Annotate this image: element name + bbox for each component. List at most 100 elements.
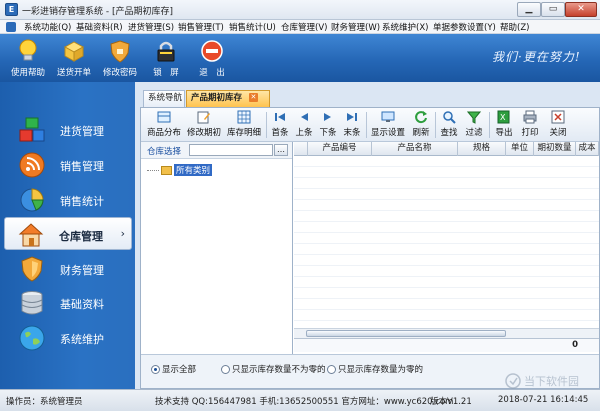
change-password-button[interactable]: 修改密码 (94, 36, 146, 80)
window-title: 一彩进销存管理系统 - [产品期初库存] (22, 7, 173, 17)
menu-document-settings[interactable]: 单据参数设置(Y) (433, 21, 496, 33)
grid-column-spec[interactable]: 规格 (458, 142, 506, 156)
menu-warehouse-management[interactable]: 仓库管理(V) (281, 21, 327, 33)
print-button[interactable]: 打印 (518, 110, 542, 140)
edit-opening-icon (197, 111, 210, 124)
stock-detail-icon (237, 110, 251, 124)
toolbar-button-label: 修改期初 (186, 128, 221, 138)
tree-node-label: 所有类别 (174, 164, 213, 176)
warehouse-house-icon (18, 223, 44, 247)
menu-system-maintenance[interactable]: 系统维护(X) (382, 21, 428, 33)
nav-item-label: 基础资料 (60, 298, 104, 311)
nav-item-warehouse[interactable]: 仓库管理 › (4, 217, 132, 250)
filter-zero-stock-radio[interactable]: 只显示库存数量为零的 (327, 363, 423, 375)
exit-button[interactable]: 退 出 (186, 36, 238, 80)
toolbar-button-label: 库存明细 (226, 128, 261, 138)
menu-basic-data[interactable]: 基础资料(R) (76, 21, 123, 33)
product-distribution-icon (157, 111, 171, 123)
scrollbar-thumb[interactable] (306, 330, 506, 337)
nav-item-sales[interactable]: 销售管理 (6, 148, 130, 181)
help-button[interactable]: 使用帮助 (2, 36, 54, 80)
toolbar-separator (435, 112, 436, 138)
grid-body[interactable] (294, 156, 599, 336)
nav-item-basic-data[interactable]: 基础资料 (6, 286, 130, 319)
next-record-button[interactable]: 下条 (317, 110, 339, 140)
toolbar-separator (266, 112, 267, 138)
nav-item-purchase[interactable]: 进货管理 (6, 113, 130, 146)
radio-dot (221, 365, 230, 374)
title-bar: E 一彩进销存管理系统 - [产品期初库存] ▁ ▭ ✕ (0, 0, 600, 20)
minimize-button[interactable]: ▁ (517, 2, 541, 17)
prev-record-button[interactable]: 上条 (293, 110, 315, 140)
warehouse-select-input[interactable] (189, 144, 273, 156)
grid-column-cost[interactable]: 成本 (576, 142, 599, 156)
nav-item-label: 财务管理 (60, 264, 104, 277)
export-button[interactable]: X 导出 (492, 110, 516, 140)
display-settings-button[interactable]: 显示设置 (369, 110, 407, 140)
grid-column-opening-qty[interactable]: 期初数量 (534, 142, 576, 156)
product-distribution-button[interactable]: 商品分布 (145, 110, 183, 140)
maximize-button[interactable]: ▭ (541, 2, 565, 17)
nav-item-sales-statistics[interactable]: 销售统计 (6, 183, 130, 216)
tab-product-opening-stock[interactable]: 产品期初库存 ✕ (186, 90, 270, 107)
tree-node-all-categories[interactable]: 所有类别 (147, 164, 213, 176)
nav-item-finance[interactable]: 财务管理 (6, 252, 130, 285)
filter-show-all-radio[interactable]: 显示全部 (151, 363, 196, 375)
delivery-order-button[interactable]: 送货开单 (48, 36, 100, 80)
tab-label: 系统导航 (148, 93, 183, 103)
lock-screen-button[interactable]: 锁 屏 (140, 36, 192, 80)
watermark-text: 当下软件园 (524, 374, 579, 388)
first-record-button[interactable]: 首条 (269, 110, 291, 140)
radio-label: 只显示库存数量为零的 (338, 365, 424, 375)
grid-column-product-code[interactable]: 产品编号 (308, 142, 372, 156)
filter-button[interactable]: 过滤 (462, 110, 486, 140)
stock-detail-button[interactable]: 库存明细 (225, 110, 263, 140)
export-icon: X (497, 110, 510, 124)
menu-app-icon (6, 22, 16, 32)
menu-system-functions[interactable]: 系统功能(Q) (24, 21, 71, 33)
help-button-label: 使用帮助 (10, 68, 45, 78)
nav-item-label: 销售管理 (60, 160, 104, 173)
menu-help[interactable]: 帮助(Z) (500, 21, 529, 33)
status-version: 版本V1.21 (430, 397, 472, 407)
close-button[interactable]: ✕ (565, 2, 597, 17)
left-navigation: 进货管理 销售管理 销售统计 仓库管理 › 财务管理 基础资料 系统维护 (0, 82, 135, 389)
horizontal-scrollbar[interactable] (294, 328, 599, 338)
lightbulb-icon (19, 39, 37, 61)
stock-grid: 产品编号 产品名称 规格 单位 期初数量 成本 0 (294, 142, 599, 354)
tab-system-navigation[interactable]: 系统导航 (143, 90, 185, 107)
menu-finance-management[interactable]: 财务管理(W) (331, 21, 380, 33)
svg-text:X: X (500, 113, 506, 122)
nav-item-system-maintenance[interactable]: 系统维护 (6, 321, 130, 354)
grid-column-indicator[interactable] (294, 142, 308, 156)
radio-label: 只显示库存数量不为零的 (232, 365, 326, 375)
menu-sales-statistics[interactable]: 销售统计(U) (229, 21, 276, 33)
toolbar-button-label: 上条 (295, 128, 313, 138)
grid-column-unit[interactable]: 单位 (506, 142, 534, 156)
status-operator: 操作员：系统管理员 (6, 397, 83, 407)
content-area: 系统导航 产品期初库存 ✕ 商品分布 修改期初 库存明细 首条 上条 下条 末条… (135, 82, 600, 389)
refresh-button[interactable]: 刷新 (409, 110, 433, 140)
tree-connector (147, 169, 159, 171)
print-icon (523, 110, 537, 124)
find-icon (443, 111, 456, 124)
finance-shield-icon (21, 256, 43, 282)
header-banner: 使用帮助 送货开单 修改密码 锁 屏 退 出 我们·更在努力! (0, 34, 600, 82)
warehouse-browse-button[interactable]: … (274, 144, 288, 156)
toolbar-button-label: 商品分布 (146, 128, 181, 138)
purchase-blocks-icon (19, 117, 45, 142)
close-window-button[interactable]: 关闭 (546, 110, 570, 140)
last-record-icon (347, 113, 357, 121)
last-record-button[interactable]: 末条 (341, 110, 363, 140)
watermark-logo: 当下软件园 (505, 373, 579, 389)
menu-purchase-management[interactable]: 进货管理(S) (128, 21, 174, 33)
tab-close-icon[interactable]: ✕ (248, 93, 258, 102)
warehouse-select-label: 仓库选择 (147, 147, 182, 157)
find-button[interactable]: 查找 (438, 110, 460, 140)
exit-icon (201, 40, 223, 62)
edit-opening-button[interactable]: 修改期初 (185, 110, 223, 140)
grid-column-product-name[interactable]: 产品名称 (372, 142, 458, 156)
filter-nonzero-stock-radio[interactable]: 只显示库存数量不为零的 (221, 363, 326, 375)
filter-icon (467, 111, 481, 124)
menu-sales-management[interactable]: 销售管理(T) (178, 21, 224, 33)
